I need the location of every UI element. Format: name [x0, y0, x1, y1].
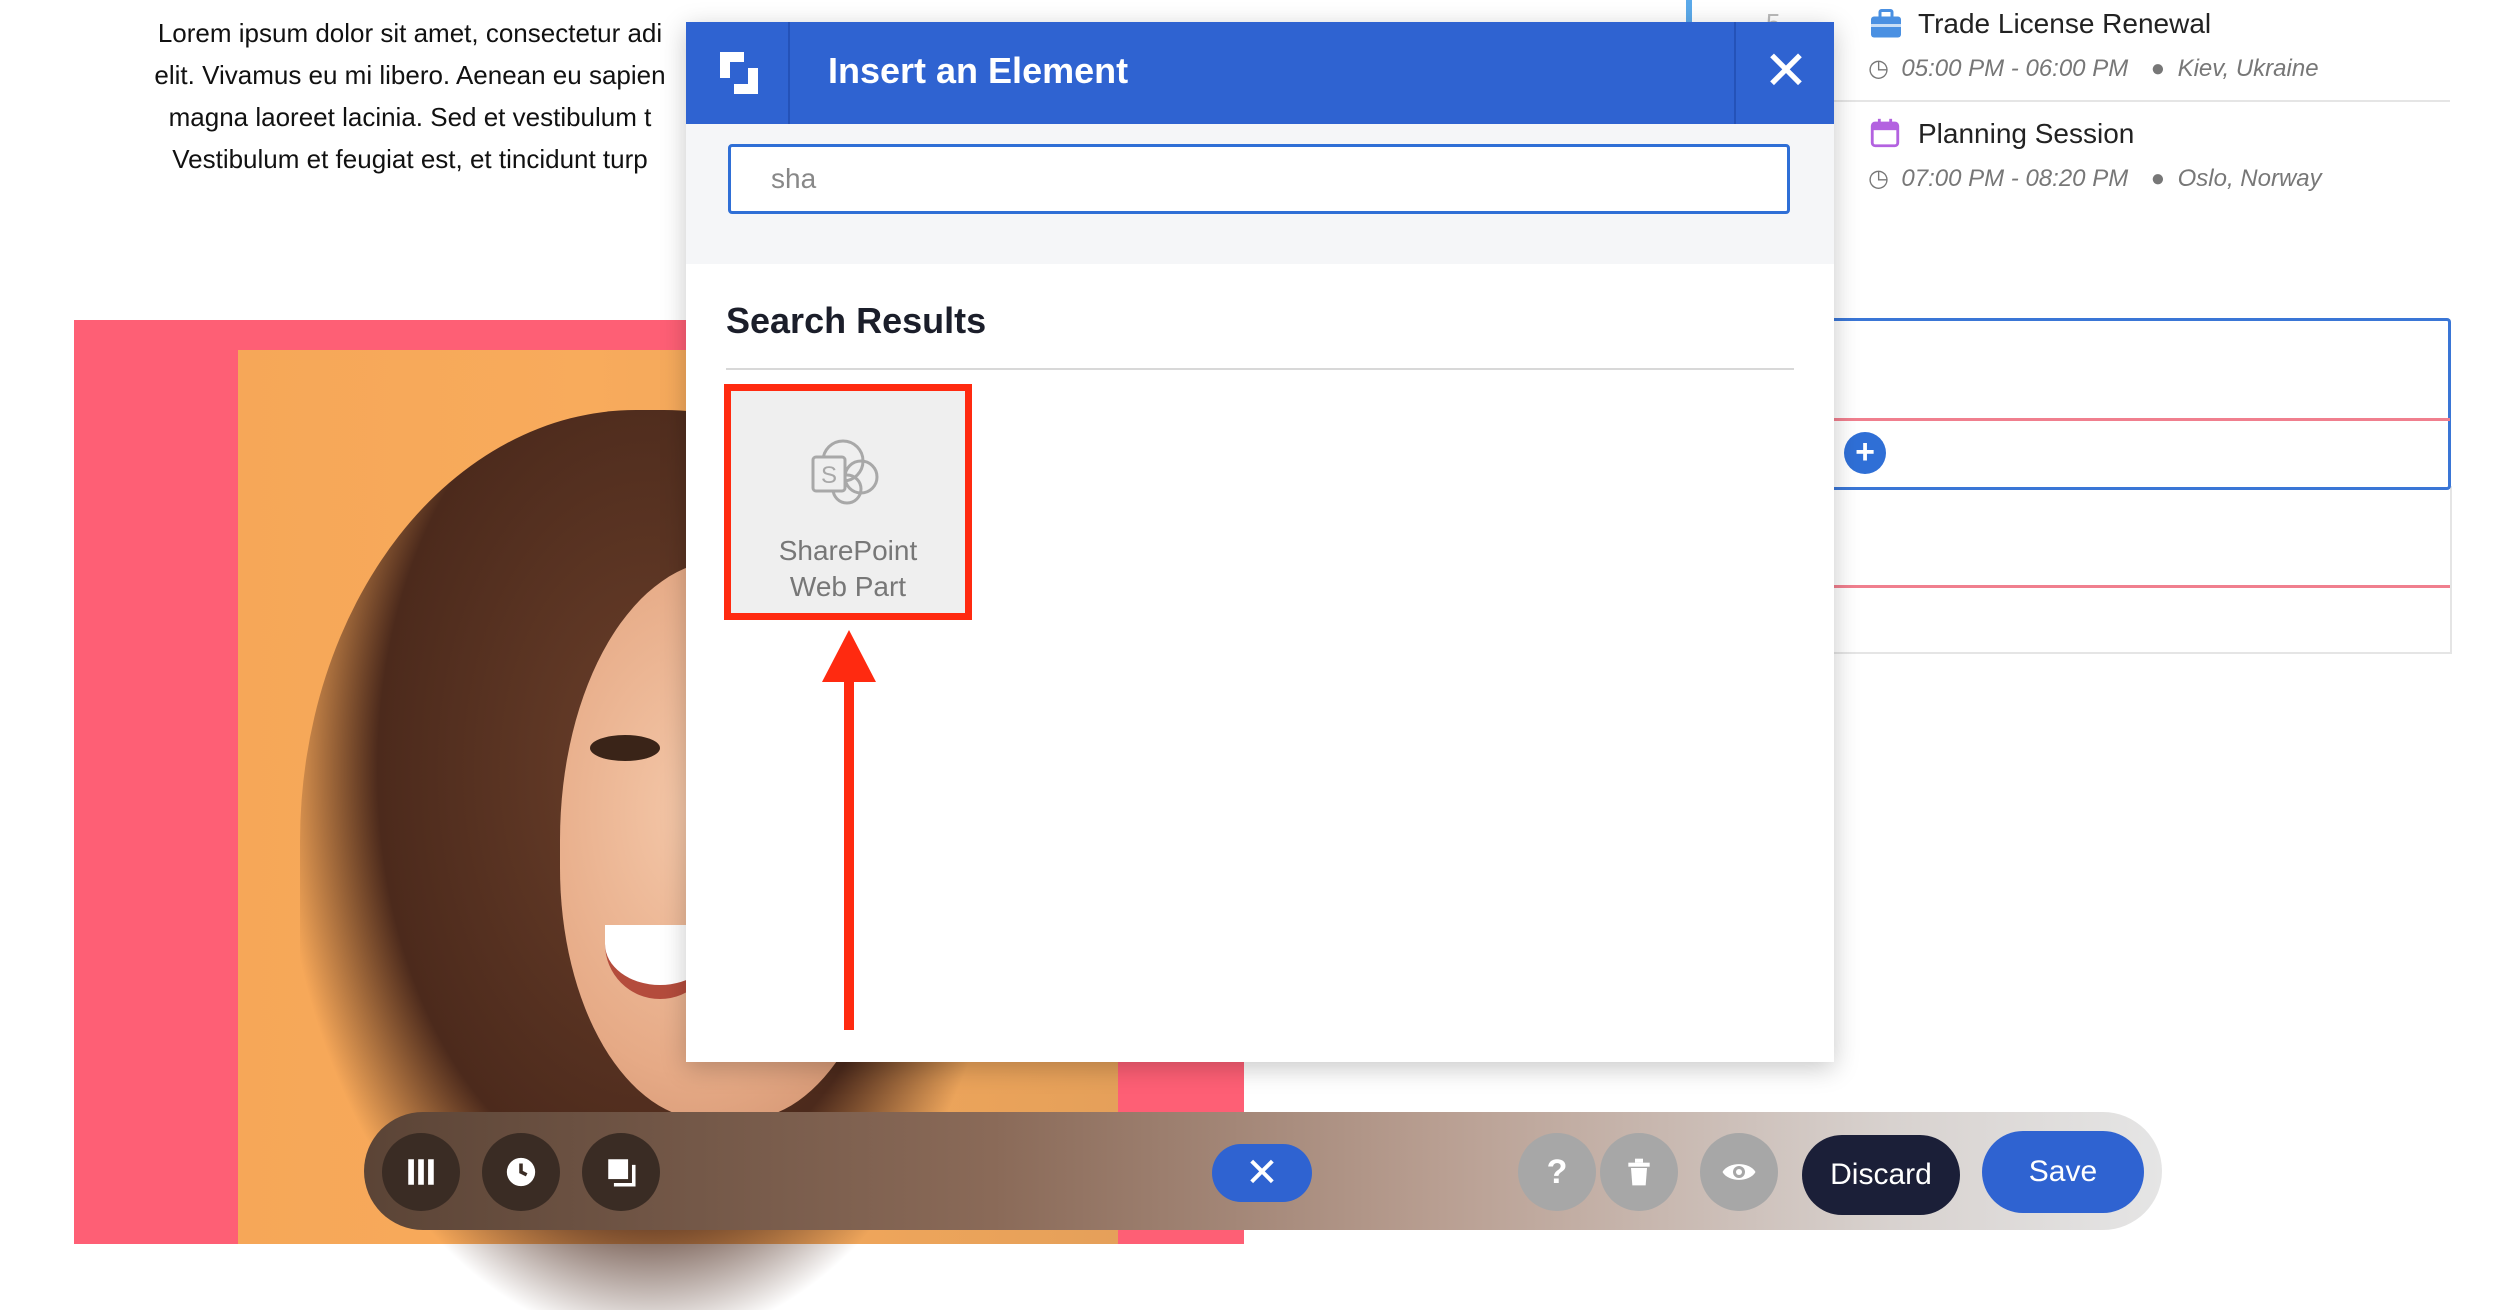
results-divider: [726, 368, 1794, 370]
app-logo: [686, 22, 790, 124]
columns-button[interactable]: [382, 1133, 460, 1211]
tile-label-line: SharePoint: [778, 535, 918, 566]
paragraph-line: elit. Vivamus eu mi libero. Aenean eu sa…: [154, 60, 666, 90]
section-placeholder: [1832, 486, 2452, 654]
search-input[interactable]: [728, 144, 1790, 214]
sharepoint-icon: S: [811, 439, 879, 505]
help-button[interactable]: ?: [1518, 1133, 1596, 1211]
location-pin-icon: ●: [2150, 165, 2166, 192]
clock-icon: [506, 1157, 536, 1187]
history-button[interactable]: [482, 1133, 560, 1211]
event-timeline: [1686, 0, 1692, 22]
logo-icon: [720, 52, 758, 94]
event-location: Oslo, Norway: [2177, 165, 2322, 192]
background-paragraph: Lorem ipsum dolor sit amet, consectetur …: [120, 12, 700, 180]
close-editor-button[interactable]: ✕: [1212, 1144, 1312, 1202]
event-title: Trade License Renewal: [1918, 8, 2212, 39]
annotation-arrow: [844, 676, 854, 1030]
discard-button[interactable]: Discard: [1802, 1135, 1960, 1215]
paragraph-line: Vestibulum et feugiat est, et tincidunt …: [172, 144, 648, 174]
tile-label: SharePoint Web Part: [731, 533, 965, 605]
calendar-icon: [1870, 118, 1900, 148]
section-divider: [1832, 585, 2450, 588]
event-time: 05:00 PM - 06:00 PM: [1901, 55, 2129, 82]
columns-icon: [408, 1159, 434, 1185]
delete-button[interactable]: [1600, 1133, 1678, 1211]
dialog-title: Insert an Element: [828, 50, 1129, 91]
save-button[interactable]: Save: [1982, 1131, 2144, 1213]
paragraph-line: Lorem ipsum dolor sit amet, consectetur …: [157, 18, 663, 48]
copy-icon: [608, 1159, 636, 1187]
section-divider: [1832, 418, 2450, 421]
event-separator: [1830, 100, 2450, 102]
eye-icon: [1722, 1164, 1756, 1180]
tile-label-line: Web Part: [789, 571, 907, 602]
results-heading: Search Results: [726, 300, 987, 341]
event-time: 07:00 PM - 08:20 PM: [1901, 165, 2129, 192]
close-dialog-button[interactable]: ✕: [1734, 22, 1836, 124]
insert-element-dialog: Insert an Element ✕ Search Results S Sha…: [686, 22, 1834, 1062]
event-title: Planning Session: [1918, 118, 2135, 149]
trash-icon: [1628, 1158, 1650, 1186]
annotation-arrow-head: [822, 630, 876, 682]
layers-button[interactable]: [582, 1133, 660, 1211]
clock-icon: ◷: [1868, 55, 1889, 82]
close-icon: ✕: [1763, 41, 1809, 101]
help-icon: ?: [1546, 1153, 1568, 1191]
location-pin-icon: ●: [2150, 55, 2166, 82]
clock-icon: ◷: [1868, 165, 1889, 192]
sharepoint-web-part-tile[interactable]: S SharePoint Web Part: [724, 384, 972, 620]
svg-text:S: S: [821, 462, 837, 489]
paragraph-line: magna laoreet lacinia. Sed et vestibulum…: [168, 102, 652, 132]
preview-button[interactable]: [1700, 1133, 1778, 1211]
close-icon: ✕: [1245, 1151, 1279, 1195]
event-location: Kiev, Ukraine: [2177, 55, 2319, 82]
selected-section[interactable]: [1832, 318, 2451, 490]
portrait-eye: [590, 735, 660, 761]
briefcase-icon: [1871, 9, 1901, 38]
add-element-button[interactable]: +: [1844, 432, 1886, 474]
